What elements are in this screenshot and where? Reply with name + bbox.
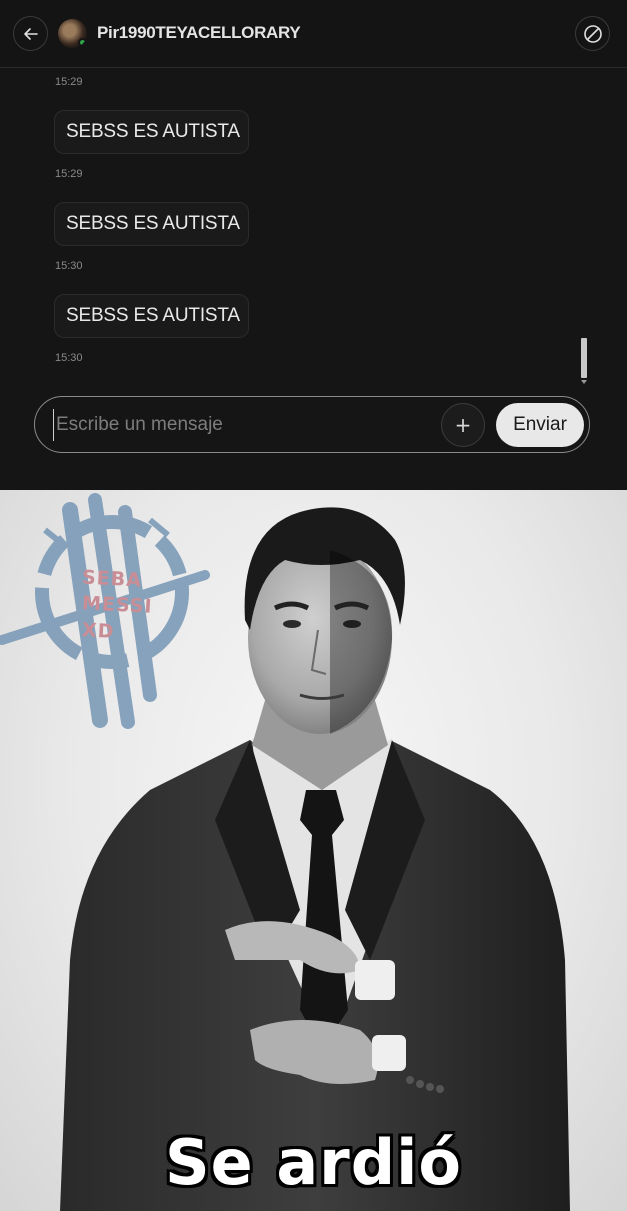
attach-button[interactable]: + — [441, 403, 485, 447]
meme-caption: Se ardió — [165, 1126, 462, 1199]
online-status-dot — [78, 38, 87, 47]
back-button[interactable] — [13, 16, 48, 51]
message-bubble[interactable]: SEBSS ES AUTISTA — [54, 110, 249, 154]
message-bubble[interactable]: SEBSS ES AUTISTA — [54, 294, 249, 338]
logo-text-line: MESSI — [81, 592, 154, 618]
message-timestamp: 15:29 — [55, 76, 83, 88]
message-timestamp: 15:30 — [55, 352, 83, 364]
scrollbar-thumb[interactable] — [581, 338, 587, 378]
logo-text-line: XD — [81, 619, 116, 643]
block-button[interactable] — [575, 16, 610, 51]
chat-header: Pir1990TEYACELLORARY — [0, 0, 627, 68]
send-button[interactable]: Enviar — [496, 403, 584, 447]
message-input[interactable] — [53, 409, 433, 441]
avatar[interactable] — [58, 19, 87, 48]
message-list[interactable]: 15:29 SEBSS ES AUTISTA 15:29 SEBSS ES AU… — [0, 69, 627, 389]
scrollbar[interactable] — [580, 338, 588, 386]
block-icon — [583, 24, 602, 43]
scroll-down-arrow-icon[interactable] — [581, 380, 587, 384]
chat-username[interactable]: Pir1990TEYACELLORARY — [97, 23, 301, 43]
chat-screen: Pir1990TEYACELLORARY 15:29 SEBSS ES AUTI… — [0, 0, 627, 490]
plus-icon: + — [454, 413, 472, 437]
message-composer: + Enviar — [34, 396, 590, 453]
meme-image: SEBA MESSI XD — [0, 490, 627, 1211]
message-timestamp: 15:29 — [55, 168, 83, 180]
message-bubble[interactable]: SEBSS ES AUTISTA — [54, 202, 249, 246]
arrow-left-icon — [23, 27, 38, 40]
message-timestamp: 15:30 — [55, 260, 83, 272]
logo-text-line: SEBA — [81, 566, 143, 592]
